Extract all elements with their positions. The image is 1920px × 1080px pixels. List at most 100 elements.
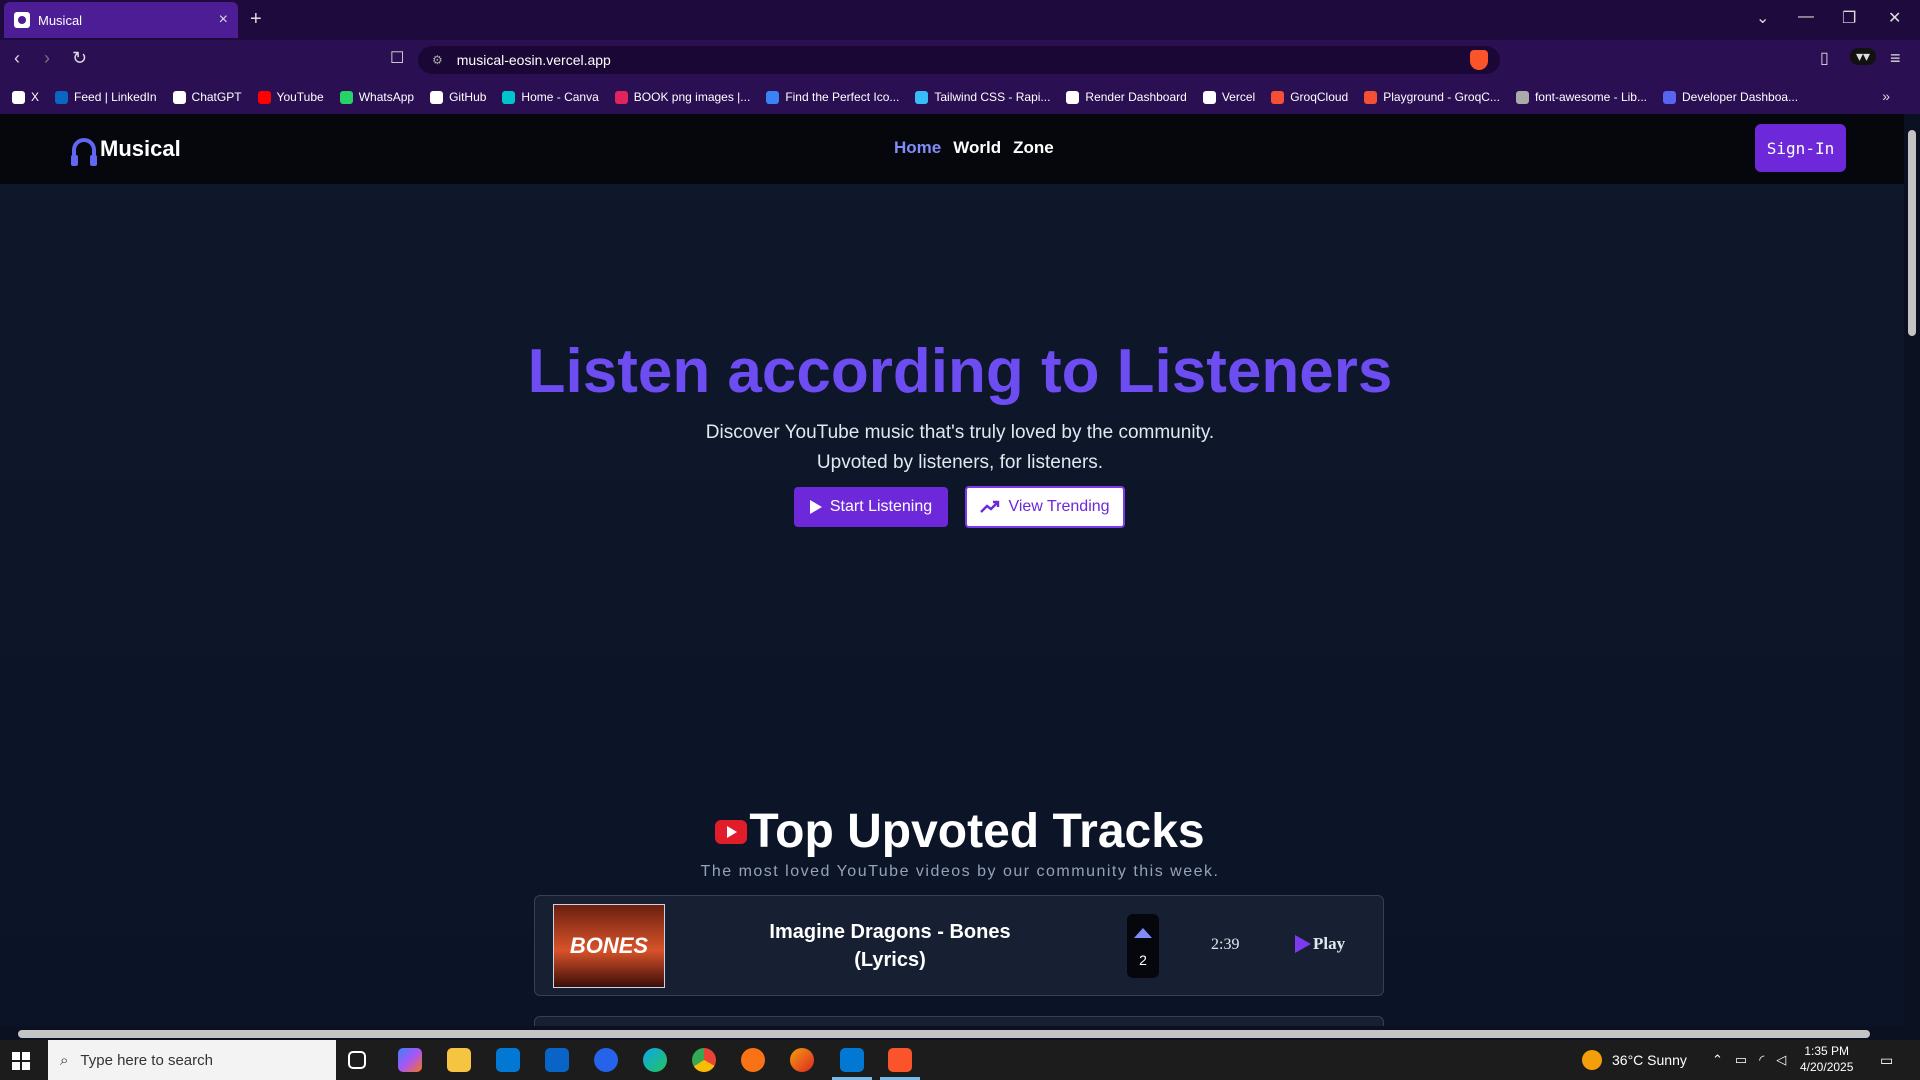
file-explorer-icon[interactable] [447,1048,471,1072]
nav-zone[interactable]: Zone [1013,138,1054,158]
firefox-icon[interactable] [790,1048,814,1072]
bookmark-favicon-icon [1066,90,1080,104]
postman-icon[interactable] [741,1048,765,1072]
weather-widget[interactable]: 36°C Sunny [1582,1040,1687,1080]
sign-in-button[interactable]: Sign-In [1755,124,1846,172]
track-title: Imagine Dragons - Bones (Lyrics) [769,921,1011,971]
bookmark-item[interactable]: ChatGPT [172,90,242,104]
bookmark-label: GroqCloud [1290,90,1349,104]
address-bar[interactable]: ⚙ musical-eosin.vercel.app [418,46,1500,74]
more-bookmarks-icon[interactable]: » [1882,88,1890,104]
bookmark-item[interactable]: Render Dashboard [1066,90,1187,104]
vertical-scroll-thumb[interactable] [1908,130,1916,336]
store-icon[interactable] [496,1048,520,1072]
bookmarks-bar: X Feed | LinkedIn ChatGPT YouTube WhatsApp Gi… [0,80,1920,114]
bookmark-icon[interactable]: ☐ [390,48,404,68]
section-title: Top Upvoted Tracks [0,804,1904,859]
task-view-icon[interactable] [348,1051,366,1069]
bookmark-favicon-icon [614,90,628,104]
restore-icon[interactable]: ❐ [1842,8,1856,28]
vscode-icon[interactable] [840,1048,864,1072]
close-window-icon[interactable]: ✕ [1888,8,1901,28]
copilot-icon[interactable] [398,1048,422,1072]
brave-shields-icon[interactable] [1470,50,1488,70]
bookmark-label: BOOK png images |... [633,90,751,104]
nav-home[interactable]: Home [894,138,941,158]
brave-wallet-icon[interactable]: ▾▾ [1850,48,1877,65]
search-icon: ⌕ [60,1051,69,1069]
site-header: Musical Home World Zone Sign-In [0,114,1904,184]
bookmark-item[interactable]: WhatsApp [339,90,415,104]
bookmark-item[interactable]: GitHub [430,90,486,104]
brave-icon[interactable] [888,1048,912,1072]
nav-world[interactable]: World [953,138,1001,158]
close-tab-icon[interactable]: × [219,11,228,29]
bookmark-item[interactable]: Vercel [1202,90,1255,104]
bookmark-item[interactable]: Developer Dashboa... [1663,90,1798,104]
track-card: BONES Imagine Dragons - Bones (Lyrics) 2… [534,895,1384,996]
bookmark-item[interactable]: X [12,90,39,104]
section-title-text: Top Upvoted Tracks [749,805,1205,858]
bookmark-label: Playground - GroqC... [1383,90,1500,104]
headphones-icon [71,138,97,166]
menu-icon[interactable]: ≡ [1890,48,1901,69]
bookmark-favicon-icon [257,90,271,104]
forward-icon[interactable]: › [44,48,50,69]
clock[interactable]: 1:35 PM 4/20/2025 [1800,1043,1853,1075]
view-trending-button[interactable]: View Trending [965,486,1125,528]
vote-count: 2 [1139,952,1147,968]
tab-musical[interactable]: Musical × [4,2,238,38]
reload-icon[interactable]: ↻ [72,48,87,69]
bookmark-label: Feed | LinkedIn [74,90,157,104]
clock-date: 4/20/2025 [1800,1060,1854,1074]
play-button[interactable]: Play [1295,934,1345,954]
hero-subtitle-line2: Upvoted by listeners, for listeners. [816,452,1104,473]
bookmark-item[interactable]: YouTube [257,90,324,104]
bookmark-item[interactable]: Feed | LinkedIn [55,90,157,104]
tab-search-icon[interactable]: ⌄ [1756,8,1769,28]
bookmark-favicon-icon [430,90,444,104]
vertical-scrollbar[interactable] [1904,114,1920,1026]
windows-start-icon[interactable] [12,1052,30,1070]
bookmark-label: X [31,90,40,104]
sidebar-icon[interactable]: ▯ [1820,48,1829,68]
upvote-box: 2 [1127,914,1159,978]
volume-icon[interactable]: ◁ [1776,1052,1786,1068]
back-icon[interactable]: ‹ [14,48,20,69]
bookmark-label: Find the Perfect Ico... [785,90,900,104]
bookmark-label: GitHub [449,90,487,104]
bookmark-favicon-icon [55,90,69,104]
bookmark-item[interactable]: Playground - GroqC... [1364,90,1500,104]
outlook-icon[interactable] [545,1048,569,1072]
chrome-icon[interactable] [692,1048,716,1072]
upvote-arrow-icon[interactable] [1134,928,1152,938]
new-tab-button[interactable]: + [250,8,262,31]
weather-text: 36°C Sunny [1612,1052,1687,1068]
network-icon[interactable]: ◜ [1759,1052,1764,1068]
edge-icon[interactable] [643,1048,667,1072]
bookmark-item[interactable]: BOOK png images |... [614,90,751,104]
site-info-icon[interactable]: ⚙ [432,53,443,67]
show-hidden-icons-icon[interactable]: ⌃ [1712,1052,1723,1068]
bookmark-item[interactable]: Find the Perfect Ico... [766,90,899,104]
play-icon [809,500,822,514]
youtube-icon [715,819,748,844]
site-logo[interactable]: Musical [71,136,181,166]
app-icon[interactable] [594,1048,618,1072]
bookmark-label: WhatsApp [358,90,415,104]
bookmark-label: ChatGPT [191,90,242,104]
meet-icon[interactable]: ▭ [1735,1052,1747,1068]
track-thumbnail[interactable]: BONES [553,904,665,988]
start-listening-button[interactable]: Start Listening [794,487,948,527]
taskbar-search-placeholder: Type here to search [80,1051,213,1069]
notifications-icon[interactable]: ▭ [1880,1040,1893,1080]
bookmark-item[interactable]: font-awesome - Lib... [1515,90,1647,104]
bookmark-label: Home - Canva [521,90,599,104]
bookmark-item[interactable]: Tailwind CSS - Rapi... [915,90,1050,104]
bookmark-favicon-icon [12,90,25,104]
bookmark-item[interactable]: GroqCloud [1271,90,1348,104]
taskbar-search[interactable]: ⌕ Type here to search [48,1040,336,1080]
bookmark-item[interactable]: Home - Canva [502,90,599,104]
minimize-icon[interactable]: — [1798,8,1814,26]
horizontal-scroll-thumb[interactable] [18,1030,1870,1038]
